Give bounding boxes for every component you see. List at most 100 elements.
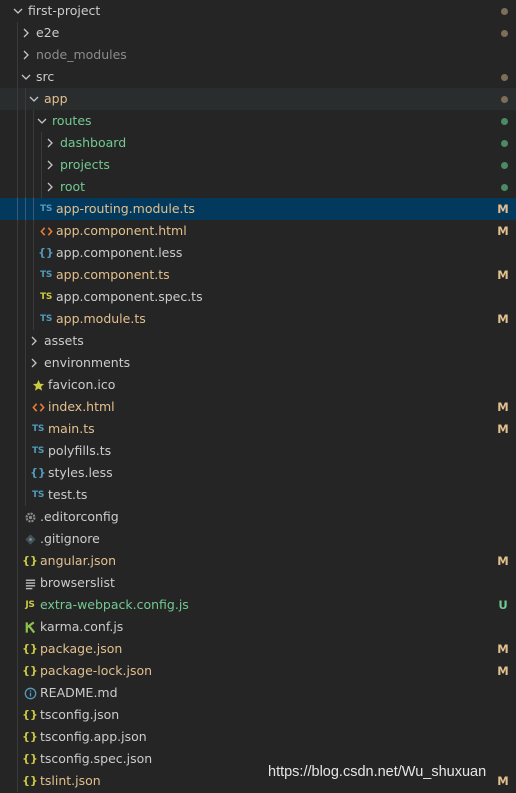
folder-row[interactable]: src xyxy=(0,66,516,88)
folder-row[interactable]: dashboard xyxy=(0,132,516,154)
html-icon xyxy=(38,220,54,242)
indent-guide xyxy=(17,528,18,550)
item-label: app.component.html xyxy=(56,223,187,238)
item-label: test.ts xyxy=(48,487,88,502)
indent-guide xyxy=(25,440,26,462)
git-status-dot xyxy=(501,118,508,125)
indent-guide xyxy=(17,594,18,616)
lines-icon xyxy=(22,572,38,594)
chevron-down-icon[interactable] xyxy=(26,88,42,110)
file-row[interactable]: TS app.module.ts M xyxy=(0,308,516,330)
indent-guide xyxy=(25,154,26,176)
folder-row[interactable]: app xyxy=(0,88,516,110)
item-label: app.module.ts xyxy=(56,311,146,326)
chevron-right-icon[interactable] xyxy=(42,176,58,198)
file-row[interactable]: JS extra-webpack.config.js U xyxy=(0,594,516,616)
git-status-badge: M xyxy=(497,268,509,282)
item-label: index.html xyxy=(48,399,115,414)
file-row[interactable]: TS main.ts M xyxy=(0,418,516,440)
file-row[interactable]: .editorconfig xyxy=(0,506,516,528)
indent-guide xyxy=(17,506,18,528)
indent-guide xyxy=(33,132,34,154)
chevron-down-icon[interactable] xyxy=(18,66,34,88)
indent-guide xyxy=(17,352,18,374)
item-label: src xyxy=(36,69,55,84)
file-row[interactable]: browserslist xyxy=(0,572,516,594)
folder-row[interactable]: root xyxy=(0,176,516,198)
indent-guide xyxy=(33,264,34,286)
folder-row[interactable]: routes xyxy=(0,110,516,132)
item-label: app.component.spec.ts xyxy=(56,289,203,304)
indent-guide xyxy=(17,396,18,418)
file-row[interactable]: {} angular.json M xyxy=(0,550,516,572)
file-row[interactable]: TS app-routing.module.ts M xyxy=(0,198,516,220)
indent-guide xyxy=(17,110,18,132)
item-label: .editorconfig xyxy=(40,509,119,524)
less-icon: {} xyxy=(30,466,46,479)
file-row[interactable]: karma.conf.js xyxy=(0,616,516,638)
indent-guide xyxy=(17,154,18,176)
indent-guide xyxy=(25,242,26,264)
indent-guide xyxy=(17,726,18,748)
item-label: assets xyxy=(44,333,84,348)
chevron-right-icon[interactable] xyxy=(18,22,34,44)
chevron-right-icon[interactable] xyxy=(42,132,58,154)
chevron-right-icon[interactable] xyxy=(26,330,42,352)
chevron-right-icon[interactable] xyxy=(42,154,58,176)
item-label: app-routing.module.ts xyxy=(56,201,195,216)
karma-icon xyxy=(22,616,38,638)
chevron-down-icon[interactable] xyxy=(34,110,50,132)
file-row[interactable]: README.md xyxy=(0,682,516,704)
json-icon: {} xyxy=(22,642,38,655)
indent-guide xyxy=(17,132,18,154)
file-row[interactable]: TS app.component.ts M xyxy=(0,264,516,286)
file-row[interactable]: {} app.component.less xyxy=(0,242,516,264)
item-label: dashboard xyxy=(60,135,127,150)
typescript-icon: TS xyxy=(31,424,45,434)
git-status-badge: M xyxy=(497,642,509,656)
git-status-badge: M xyxy=(497,774,509,788)
git-status-badge: U xyxy=(498,598,508,612)
file-row[interactable]: favicon.ico xyxy=(0,374,516,396)
indent-guide xyxy=(17,176,18,198)
file-row[interactable]: index.html M xyxy=(0,396,516,418)
file-row[interactable]: {} tsconfig.json xyxy=(0,704,516,726)
indent-guide xyxy=(17,682,18,704)
file-row[interactable]: {} package-lock.json M xyxy=(0,660,516,682)
folder-row[interactable]: first-project xyxy=(0,0,516,22)
item-label: tsconfig.json xyxy=(40,707,120,722)
git-status-dot xyxy=(501,184,508,191)
file-row[interactable]: app.component.html M xyxy=(0,220,516,242)
file-row[interactable]: .gitignore xyxy=(0,528,516,550)
indent-guide xyxy=(17,748,18,770)
typescript-icon: TS xyxy=(39,204,53,214)
indent-guide xyxy=(25,198,26,220)
file-row[interactable]: {} styles.less xyxy=(0,462,516,484)
folder-row[interactable]: assets xyxy=(0,330,516,352)
chevron-right-icon[interactable] xyxy=(18,44,34,66)
item-label: package-lock.json xyxy=(40,663,153,678)
watermark-text: https://blog.csdn.net/Wu_shuxuan xyxy=(268,764,487,780)
file-row[interactable]: {} tsconfig.app.json xyxy=(0,726,516,748)
file-row[interactable]: TS app.component.spec.ts xyxy=(0,286,516,308)
gear-icon xyxy=(22,506,38,528)
item-label: tslint.json xyxy=(40,773,101,788)
folder-row[interactable]: e2e xyxy=(0,22,516,44)
file-row[interactable]: {} package.json M xyxy=(0,638,516,660)
folder-row[interactable]: projects xyxy=(0,154,516,176)
chevron-right-icon[interactable] xyxy=(26,352,42,374)
indent-guide xyxy=(17,374,18,396)
typescript-icon: TS xyxy=(39,270,53,280)
folder-row[interactable]: node_modules xyxy=(0,44,516,66)
star-icon xyxy=(30,374,46,396)
indent-guide xyxy=(33,154,34,176)
file-row[interactable]: TS test.ts xyxy=(0,484,516,506)
indent-guide xyxy=(17,440,18,462)
chevron-down-icon[interactable] xyxy=(10,0,26,22)
typescript-icon: TS xyxy=(31,446,45,456)
folder-row[interactable]: environments xyxy=(0,352,516,374)
file-row[interactable]: TS polyfills.ts xyxy=(0,440,516,462)
item-label: app.component.less xyxy=(56,245,183,260)
git-status-dot xyxy=(501,30,508,37)
indent-guide xyxy=(25,132,26,154)
